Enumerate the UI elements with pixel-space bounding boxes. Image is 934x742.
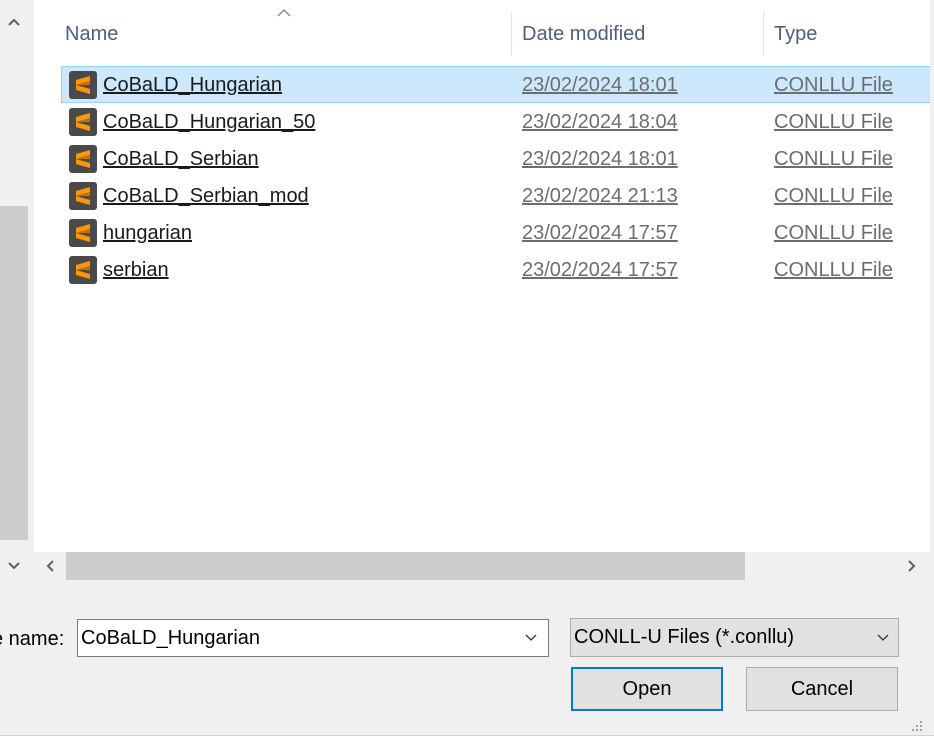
file-type[interactable]: CONLLU File — [774, 178, 893, 215]
column-header-type[interactable]: Type — [763, 12, 930, 56]
file-name[interactable]: hungarian — [103, 215, 192, 252]
sublime-text-icon — [69, 182, 97, 210]
file-type[interactable]: CONLLU File — [774, 215, 893, 252]
chevron-down-icon[interactable] — [524, 631, 538, 645]
file-date-modified[interactable]: 23/02/2024 18:01 — [522, 141, 678, 178]
sort-ascending-icon — [277, 4, 291, 17]
horizontal-scroll-thumb[interactable] — [66, 552, 745, 580]
scroll-left-icon[interactable] — [42, 558, 58, 574]
sublime-text-icon — [69, 256, 97, 284]
sublime-text-icon — [69, 219, 97, 247]
scroll-right-icon[interactable] — [904, 558, 920, 574]
file-date-modified[interactable]: 23/02/2024 17:57 — [522, 252, 678, 289]
column-header-date-modified[interactable]: Date modified — [511, 12, 763, 56]
open-button[interactable]: Open — [571, 667, 723, 711]
file-type[interactable]: CONLLU File — [774, 67, 893, 104]
file-type[interactable]: CONLLU File — [774, 104, 893, 141]
column-header-name[interactable]: Name — [55, 12, 511, 56]
resize-grip-icon[interactable] — [910, 719, 924, 733]
nav-pane-scrollbar[interactable] — [0, 0, 28, 582]
file-date-modified[interactable]: 23/02/2024 18:04 — [522, 104, 678, 141]
file-date-modified[interactable]: 23/02/2024 17:57 — [522, 215, 678, 252]
file-row[interactable]: serbian 23/02/2024 17:57 CONLLU File — [61, 251, 930, 288]
file-row[interactable]: CoBaLD_Hungarian_50 23/02/2024 18:04 CONLL… — [61, 103, 930, 140]
cancel-button[interactable]: Cancel — [746, 667, 898, 711]
scroll-down-icon[interactable] — [6, 558, 22, 574]
sublime-text-icon — [69, 108, 97, 136]
file-name[interactable]: serbian — [103, 252, 169, 289]
sublime-text-icon — [69, 145, 97, 173]
file-type-dropdown[interactable]: CONLL-U Files (*.conllu) — [570, 618, 899, 657]
filename-input[interactable] — [81, 623, 511, 653]
file-row[interactable]: hungarian 23/02/2024 17:57 CONLLU File — [61, 214, 930, 251]
filename-combobox[interactable] — [77, 619, 549, 657]
filename-label: e name: — [0, 628, 65, 650]
file-type[interactable]: CONLLU File — [774, 141, 893, 178]
file-type-value: CONLL-U Files (*.conllu) — [574, 626, 795, 648]
horizontal-scrollbar[interactable] — [34, 552, 930, 580]
nav-scroll-thumb[interactable] — [0, 206, 28, 540]
file-list: Name Date modified Type CoBaLD_Hungarian… — [34, 0, 930, 552]
file-type[interactable]: CONLLU File — [774, 252, 893, 289]
file-name[interactable]: CoBaLD_Hungarian — [103, 67, 282, 104]
file-row[interactable]: CoBaLD_Serbian_mod 23/02/2024 21:13 CONLLU… — [61, 177, 930, 214]
file-date-modified[interactable]: 23/02/2024 21:13 — [522, 178, 678, 215]
file-name[interactable]: CoBaLD_Hungarian_50 — [103, 104, 315, 141]
sublime-text-icon — [69, 71, 97, 99]
file-name[interactable]: CoBaLD_Serbian — [103, 141, 259, 178]
chevron-down-icon — [876, 631, 890, 645]
file-date-modified[interactable]: 23/02/2024 18:01 — [522, 67, 678, 104]
file-row[interactable]: CoBaLD_Hungarian 23/02/2024 18:01 CONLLU F… — [61, 66, 930, 103]
file-name[interactable]: CoBaLD_Serbian_mod — [103, 178, 309, 215]
scroll-up-icon[interactable] — [6, 14, 22, 30]
file-row[interactable]: CoBaLD_Serbian 23/02/2024 18:01 CONLLU Fil… — [61, 140, 930, 177]
